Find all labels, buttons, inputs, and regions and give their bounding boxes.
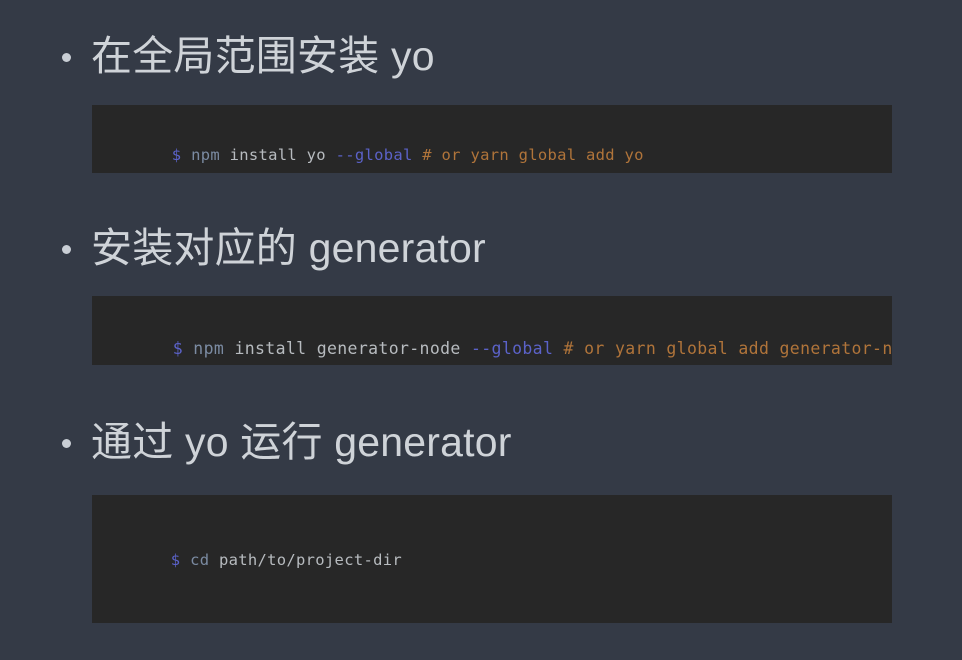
code-token-command: npm (191, 146, 220, 164)
code-token-args: path/to/project-dir (209, 551, 402, 569)
bullet-item-1: 在全局范围安装 yo (0, 33, 962, 80)
shell-prompt-symbol: $ (171, 146, 182, 164)
code-block-1: $ npm install yo --global # or yarn glob… (92, 105, 892, 173)
slide-section-2: 安装对应的 generator (0, 225, 962, 272)
code-token-args: install yo (219, 146, 336, 164)
code-token-args: install generator-node (224, 339, 471, 358)
code-token-comment: # or yarn global add yo (422, 146, 644, 164)
bullet-dot-icon (62, 439, 71, 449)
code-token-flag: --global (470, 339, 554, 358)
section-heading-2: 安装对应的 generator (91, 225, 486, 271)
shell-prompt-symbol: $ (170, 551, 181, 569)
code-block-2: $ npm install generator-node --global # … (92, 296, 892, 365)
section-heading-3: 通过 yo 运行 generator (91, 419, 512, 465)
code-token-command: npm (193, 339, 225, 358)
slide-section-1: 在全局范围安装 yo (0, 33, 962, 80)
bullet-dot-icon (62, 245, 71, 255)
code-line: $ cd path/to/project-dir (113, 515, 892, 605)
slide-section-3: 通过 yo 运行 generator (0, 419, 962, 466)
bullet-item-2: 安装对应的 generator (0, 225, 962, 272)
code-line: $ npm install yo --global # or yarn glob… (114, 127, 892, 173)
code-token-comment: # or yarn global add generator-node (563, 339, 892, 358)
code-block-3: $ cd path/to/project-dir $ mkdir my-modu… (92, 495, 892, 623)
shell-prompt-symbol: $ (172, 339, 183, 358)
bullet-item-3: 通过 yo 运行 generator (0, 419, 962, 466)
code-token-command: cd (190, 551, 210, 569)
code-token-flag: --global (335, 146, 413, 164)
bullet-dot-icon (62, 53, 71, 63)
presentation-slide: 在全局范围安装 yo $ npm install yo --global # o… (0, 0, 962, 660)
code-line: $ npm install generator-node --global # … (111, 319, 892, 365)
section-heading-1: 在全局范围安装 yo (91, 33, 435, 79)
code-line: $ mkdir my-module (113, 605, 892, 623)
